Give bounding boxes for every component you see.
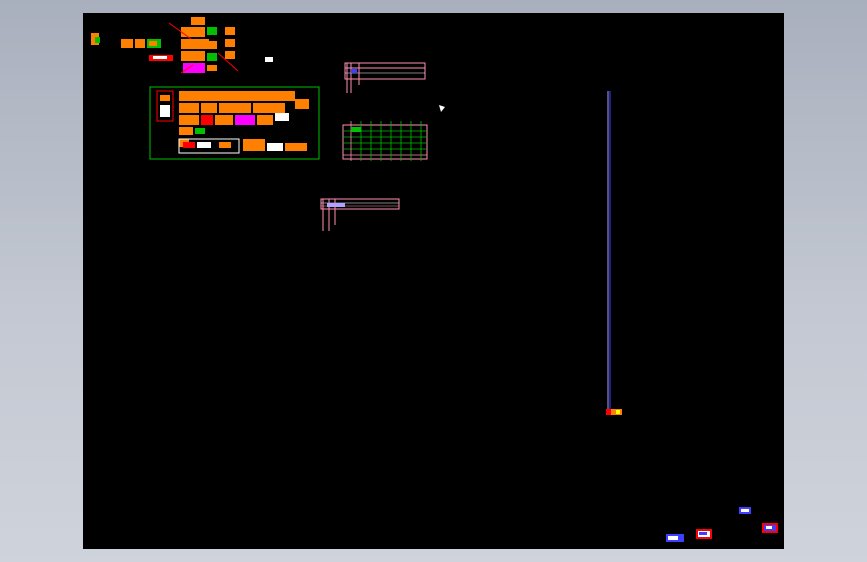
pipeline-section-upper[interactable] xyxy=(344,62,426,93)
pipeline-section-lower[interactable] xyxy=(320,198,400,231)
floor-plan-sheet[interactable] xyxy=(149,86,320,160)
equipment-cluster-orange[interactable] xyxy=(168,17,273,74)
title-block-group[interactable] xyxy=(666,507,778,542)
cad-model-space-viewport[interactable] xyxy=(83,13,784,549)
pipe-rack-grid[interactable] xyxy=(342,121,428,161)
cursor-arrow-icon xyxy=(439,105,445,112)
vertical-riser-pipe[interactable] xyxy=(606,91,622,415)
drawing-block-top-left[interactable] xyxy=(91,33,173,61)
